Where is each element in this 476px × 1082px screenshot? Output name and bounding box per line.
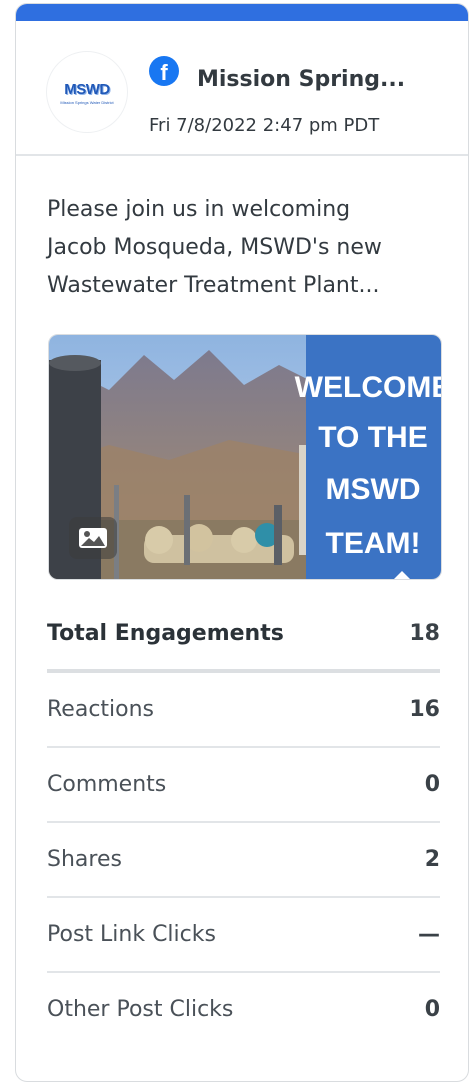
post-card: MSWD Mission Springs Water District f Mi… <box>15 3 469 1082</box>
engagement-metrics: Total Engagements 18 Reactions 16 Commen… <box>47 598 440 1046</box>
metric-value: 18 <box>409 621 440 646</box>
metric-value: 16 <box>409 697 440 722</box>
post-image[interactable]: WELCOME TO THE MSWD TEAM! <box>48 334 442 580</box>
metric-label: Comments <box>47 772 167 797</box>
card-accent-bar <box>16 4 468 21</box>
metric-value: — <box>418 922 440 947</box>
metric-value: 2 <box>424 847 440 872</box>
metric-row-other-post-clicks: Other Post Clicks 0 <box>47 973 440 1046</box>
metric-label: Other Post Clicks <box>47 997 234 1022</box>
account-name[interactable]: Mission Spring... <box>197 67 459 92</box>
post-text-line: Please join us in welcoming <box>47 197 351 222</box>
metric-row-reactions: Reactions 16 <box>47 673 440 748</box>
image-icon <box>69 517 117 559</box>
avatar[interactable]: MSWD Mission Springs Water District <box>46 51 128 133</box>
post-text: Please join us in welcoming Jacob Mosque… <box>47 191 447 305</box>
banner-line: MSWD <box>326 473 421 506</box>
metric-value: 0 <box>424 772 440 797</box>
post-text-line: Wastewater Treatment Plant... <box>47 273 380 298</box>
metric-row-shares: Shares 2 <box>47 823 440 898</box>
avatar-subtext: Mission Springs Water District <box>60 100 114 105</box>
metric-row-post-link-clicks: Post Link Clicks — <box>47 898 440 973</box>
metric-label: Post Link Clicks <box>47 922 216 947</box>
metric-value: 0 <box>424 997 440 1022</box>
post-header: MSWD Mission Springs Water District f Mi… <box>16 21 468 156</box>
post-timestamp: Fri 7/8/2022 2:47 pm PDT <box>149 115 380 136</box>
post-text-line: Jacob Mosqueda, MSWD's new <box>47 235 382 260</box>
avatar-logo-text: MSWD <box>64 81 110 98</box>
metric-label: Shares <box>47 847 122 872</box>
metric-row-comments: Comments 0 <box>47 748 440 823</box>
banner-line: TEAM! <box>326 527 421 560</box>
metric-row-total-engagements: Total Engagements 18 <box>47 598 440 673</box>
facebook-icon: f <box>149 56 179 86</box>
banner-line: TO THE <box>318 421 427 454</box>
banner-line: WELCOME <box>295 371 441 404</box>
metric-label: Total Engagements <box>47 621 284 646</box>
metric-label: Reactions <box>47 697 155 722</box>
